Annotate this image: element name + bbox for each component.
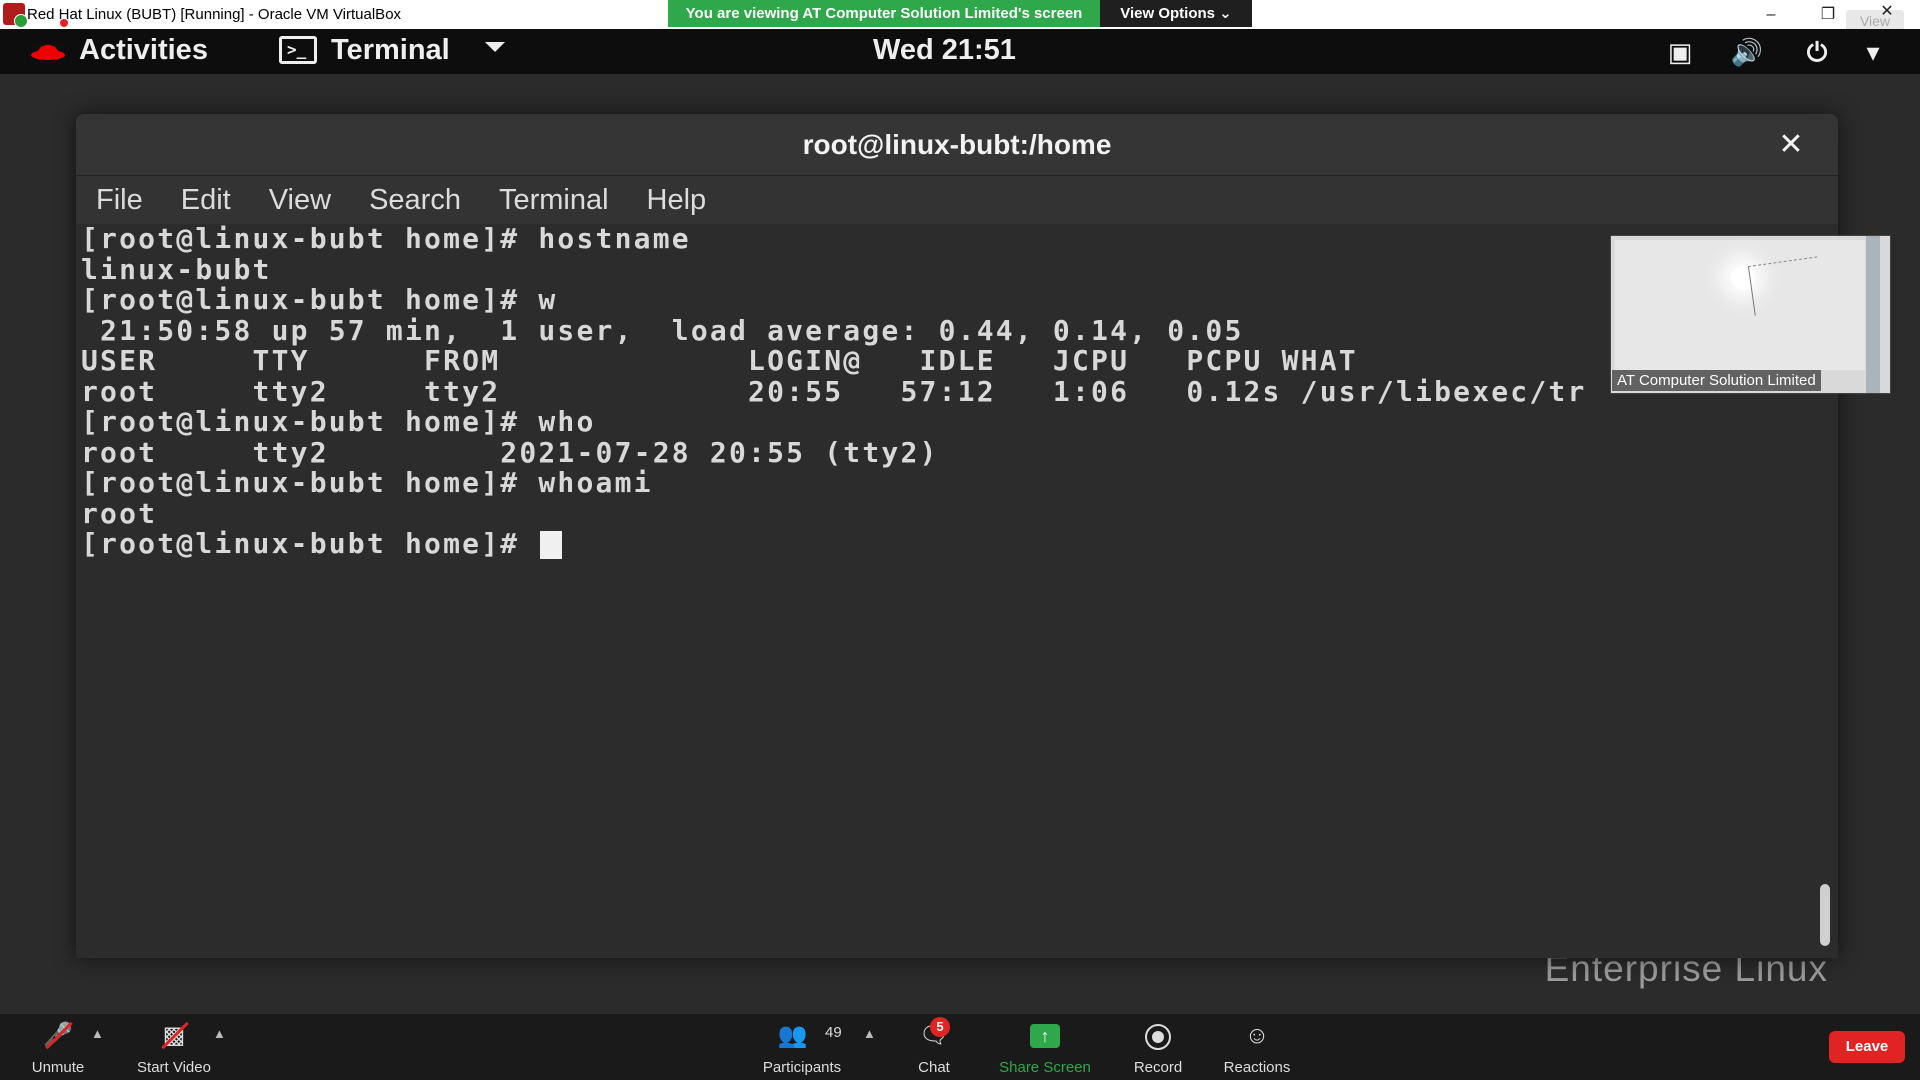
- close-icon[interactable]: ✕: [1864, 0, 1910, 26]
- activities-button[interactable]: Activities: [79, 34, 208, 67]
- terminal-line: [root@linux-bubt home]# whoami: [81, 466, 653, 499]
- chat-button[interactable]: 🗨 5 Chat: [908, 1014, 960, 1080]
- terminal-line: [root@linux-bubt home]# hostname: [81, 222, 691, 255]
- video-edge: [1866, 236, 1880, 393]
- menu-search[interactable]: Search: [369, 184, 461, 217]
- participants-options-caret-icon[interactable]: ▲: [863, 1026, 876, 1041]
- chat-label: Chat: [918, 1059, 950, 1076]
- chevron-down-icon[interactable]: [485, 42, 505, 52]
- camera-off-icon: ▩: [159, 1021, 189, 1050]
- whiteboard-video-frame: [1615, 240, 1865, 370]
- terminal-line: 21:50:58 up 57 min, 1 user, load average…: [81, 313, 1244, 347]
- window-titlebar: Red Hat Linux (BUBT) [Running] - Oracle …: [0, 0, 1920, 32]
- power-icon[interactable]: ⏻: [1800, 38, 1834, 66]
- terminal-menubar: File Edit View Search Terminal Help: [76, 176, 1838, 224]
- audio-options-caret-icon[interactable]: ▲: [91, 1026, 104, 1041]
- whiteboard-sketch: [1747, 256, 1825, 316]
- redhat-logo-icon: [31, 45, 65, 60]
- gnome-top-bar: Activities >_ Terminal Wed 21:51 ▣ 🔊 ⏻ ▾: [0, 29, 1920, 74]
- video-options-caret-icon[interactable]: ▲: [213, 1026, 226, 1041]
- participant-video-thumbnail[interactable]: AT Computer Solution Limited: [1610, 235, 1891, 394]
- record-button[interactable]: Record: [1128, 1014, 1188, 1080]
- network-icon[interactable]: ▣: [1663, 38, 1697, 66]
- start-video-label: Start Video: [137, 1059, 211, 1076]
- participant-name-label: AT Computer Solution Limited: [1612, 370, 1821, 391]
- terminal-title: root@linux-bubt:/home: [802, 129, 1112, 160]
- leave-button[interactable]: Leave: [1829, 1031, 1905, 1063]
- unmute-label: Unmute: [31, 1059, 85, 1076]
- menu-terminal[interactable]: Terminal: [499, 184, 609, 217]
- security-shield-icon: [14, 14, 28, 28]
- terminal-window[interactable]: root@linux-bubt:/home ✕ File Edit View S…: [76, 114, 1838, 958]
- terminal-line: [root@linux-bubt home]# w: [81, 283, 558, 316]
- terminal-app-icon[interactable]: >_: [279, 36, 317, 64]
- app-menu-terminal[interactable]: Terminal: [331, 34, 450, 67]
- close-icon[interactable]: ✕: [1774, 114, 1808, 176]
- participants-icon: 👥: [777, 1022, 808, 1049]
- window-title: Red Hat Linux (BUBT) [Running] - Oracle …: [27, 6, 402, 23]
- screen-share-banner: You are viewing AT Computer Solution Lim…: [668, 0, 1100, 27]
- terminal-titlebar: root@linux-bubt:/home ✕: [76, 114, 1838, 176]
- zoom-toolbar: 🎤 Unmute ▲ ▩ Start Video ▲ 👥 49 Particip…: [0, 1014, 1920, 1080]
- menu-file[interactable]: File: [96, 184, 143, 217]
- terminal-lines: [root@linux-bubt home]# hostname linux-b…: [81, 222, 1587, 560]
- share-screen-label: Share Screen: [999, 1059, 1091, 1076]
- system-menu-caret-icon[interactable]: ▾: [1856, 38, 1890, 66]
- minimize-icon[interactable]: –: [1748, 0, 1794, 29]
- reactions-label: Reactions: [1223, 1059, 1291, 1076]
- terminal-line: [root@linux-bubt home]# who: [81, 405, 596, 438]
- scrollbar-thumb[interactable]: [1820, 884, 1830, 946]
- share-screen-icon: ↑: [1030, 1024, 1060, 1048]
- terminal-prompt: [root@linux-bubt home]#: [81, 527, 539, 560]
- view-options-button[interactable]: View Options ⌄: [1100, 0, 1252, 27]
- terminal-line: root tty2 2021-07-28 20:55 (tty2): [81, 435, 939, 469]
- reactions-button[interactable]: ☺ Reactions: [1220, 1014, 1294, 1080]
- unmute-button[interactable]: 🎤 Unmute: [18, 1014, 98, 1080]
- participants-button[interactable]: 👥 49 Participants: [756, 1014, 848, 1080]
- restore-icon[interactable]: ❐: [1805, 0, 1851, 29]
- terminal-prompt-line[interactable]: [root@linux-bubt home]#: [81, 527, 1587, 560]
- record-label: Record: [1133, 1059, 1183, 1076]
- menu-help[interactable]: Help: [647, 184, 707, 217]
- text-cursor: [540, 531, 563, 559]
- start-video-button[interactable]: ▩ Start Video: [128, 1014, 220, 1080]
- terminal-line: root tty2 tty2 20:55 57:12 1:06 0.12s /u…: [81, 374, 1587, 408]
- reactions-smiley-icon: ☺: [1244, 1022, 1270, 1049]
- volume-icon[interactable]: 🔊: [1730, 38, 1764, 66]
- terminal-output[interactable]: [root@linux-bubt home]# hostname linux-b…: [76, 222, 1838, 958]
- share-screen-button[interactable]: ↑ Share Screen: [996, 1014, 1094, 1080]
- participants-label: Participants: [762, 1059, 842, 1076]
- participants-count: 49: [825, 1024, 842, 1041]
- record-icon: [1145, 1024, 1171, 1050]
- menu-edit[interactable]: Edit: [181, 184, 231, 217]
- terminal-line: linux-bubt: [81, 252, 272, 286]
- menu-view[interactable]: View: [269, 184, 331, 217]
- microphone-muted-icon: 🎤: [43, 1021, 73, 1050]
- chat-unread-badge: 5: [930, 1017, 950, 1037]
- terminal-line: USER TTY FROM LOGIN@ IDLE JCPU PCPU WHAT: [81, 344, 1358, 377]
- terminal-line: root: [81, 496, 158, 530]
- clock[interactable]: Wed 21:51: [873, 34, 1016, 67]
